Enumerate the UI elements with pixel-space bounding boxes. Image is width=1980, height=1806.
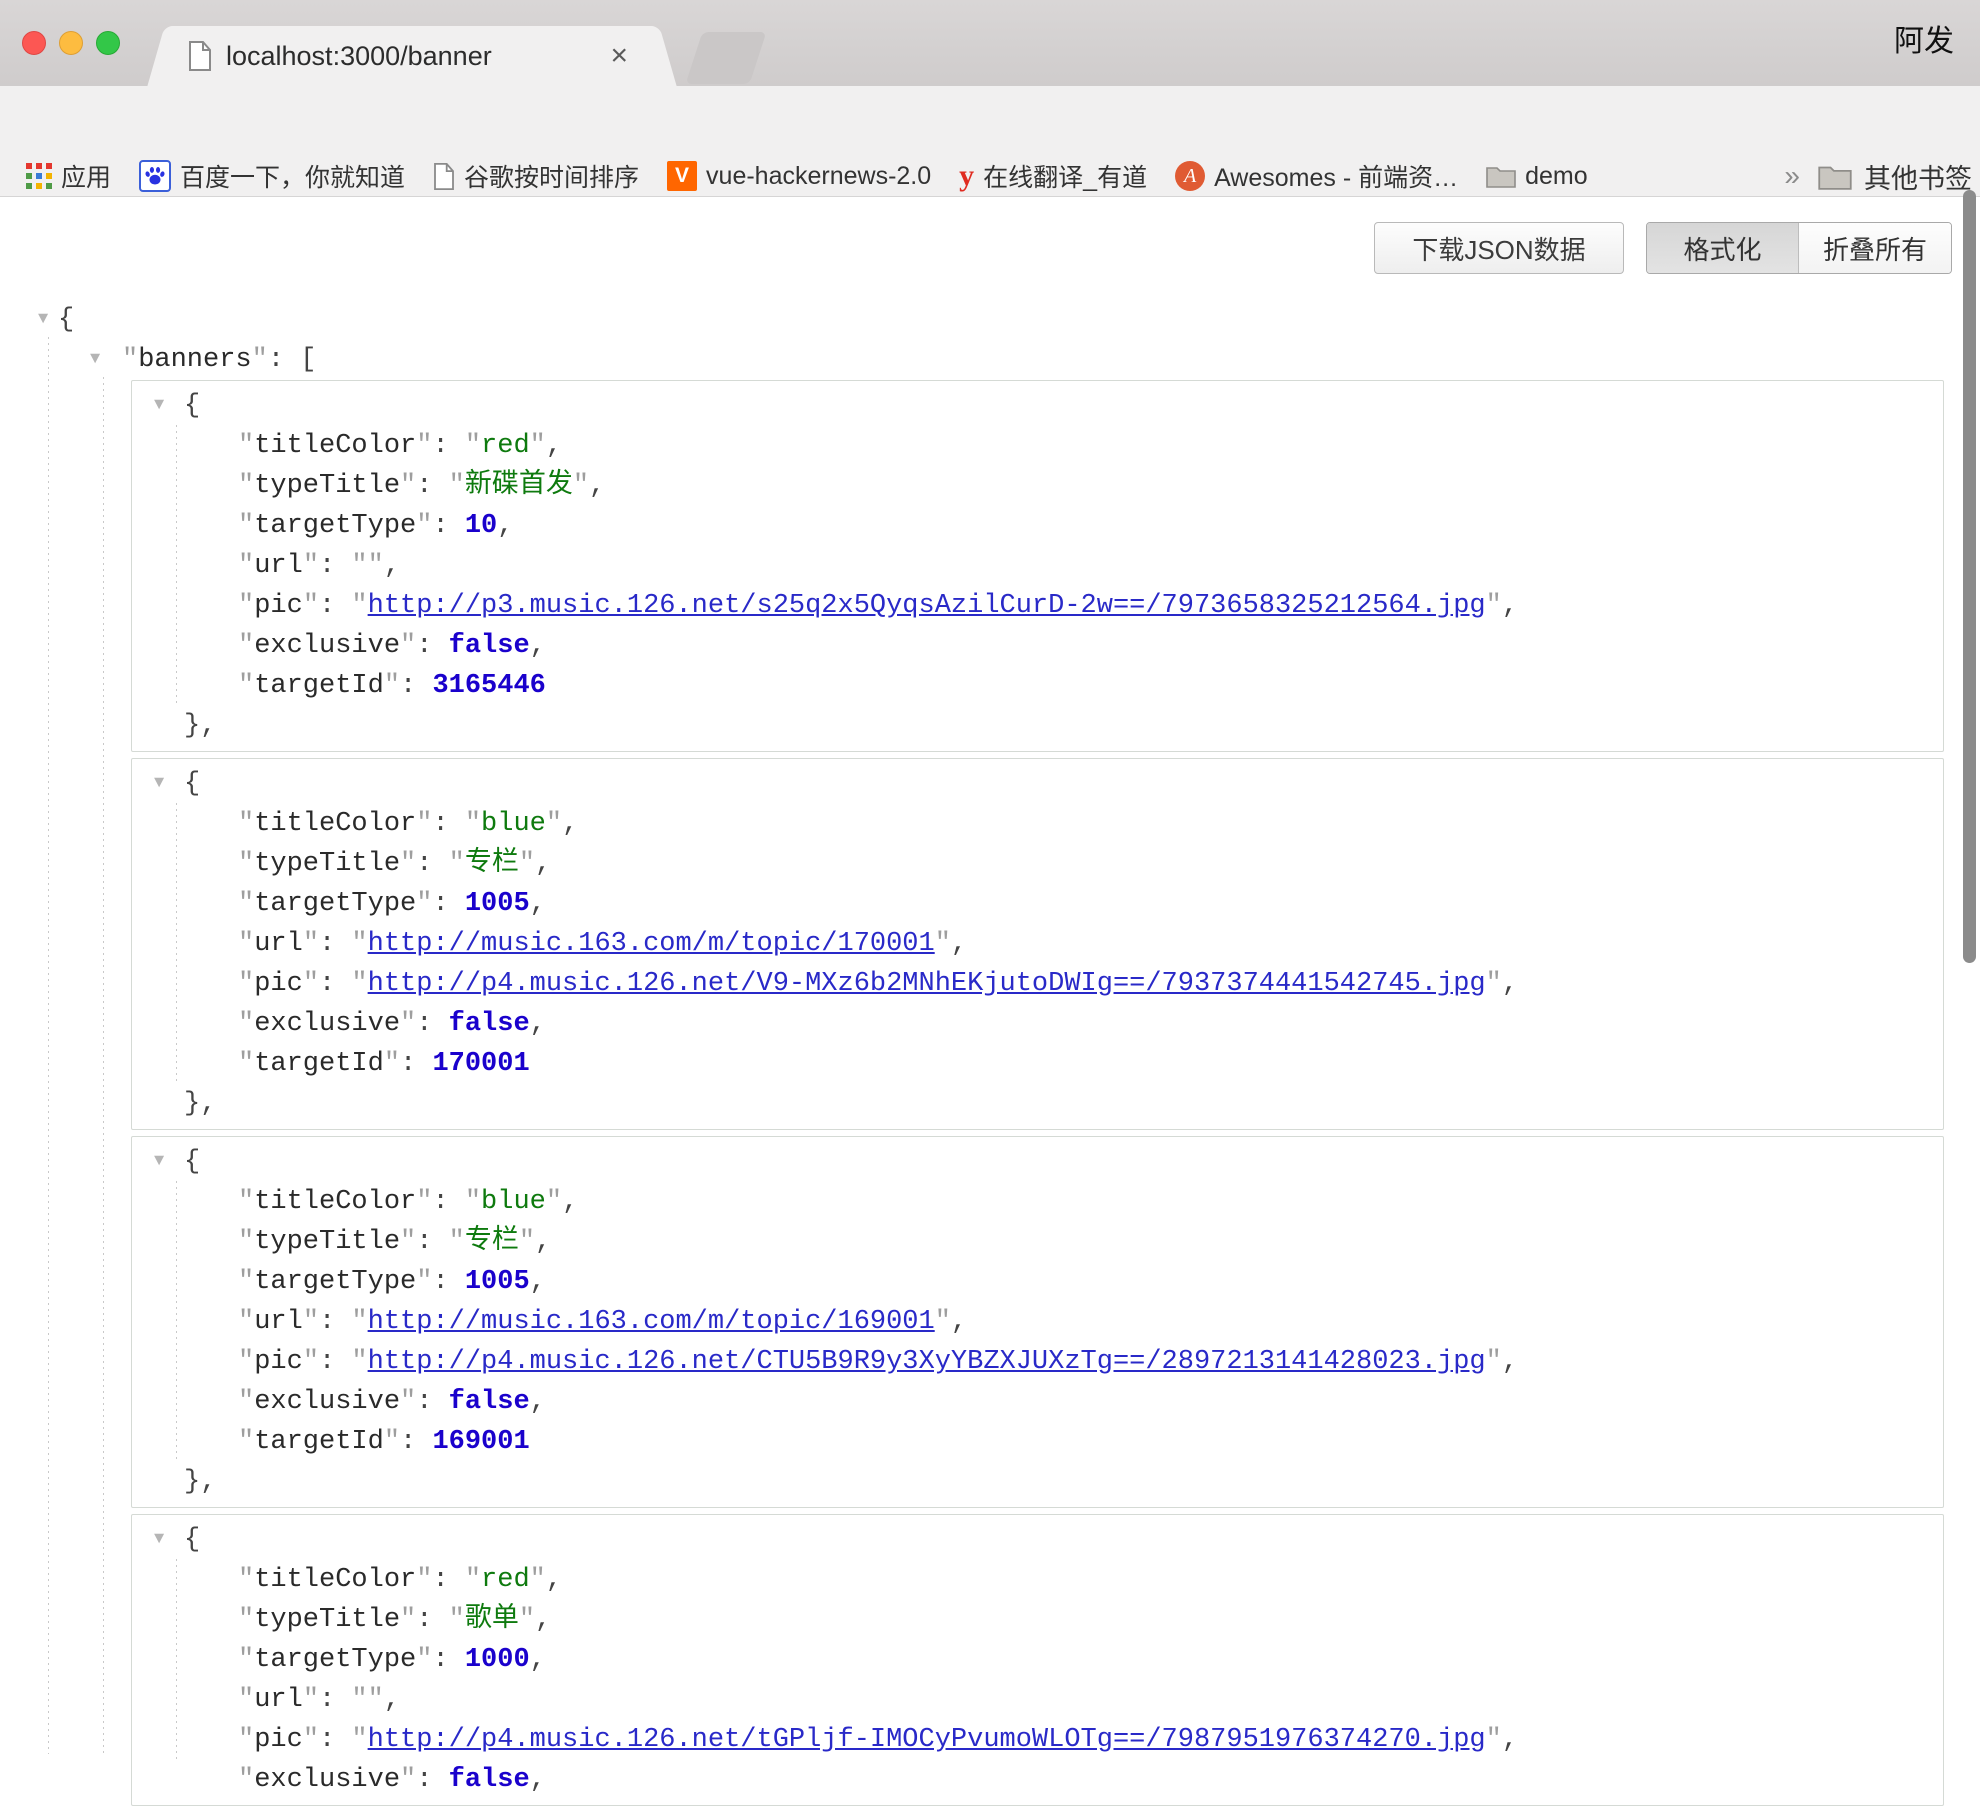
minimize-window-button[interactable]	[59, 31, 83, 55]
json-field-row: "exclusive": false,	[132, 1760, 1943, 1800]
page-content: 下载JSON数据 格式化 折叠所有 ▼{▼"banners": [▼{"titl…	[0, 197, 1980, 1754]
json-field-row: "titleColor": "blue",	[132, 1182, 1943, 1222]
json-field-row: "url": "http://music.163.com/m/topic/169…	[132, 1302, 1943, 1342]
json-field-row: "pic": "http://p3.music.126.net/s25q2x5Q…	[132, 586, 1943, 626]
tab-close-icon[interactable]: ×	[602, 39, 636, 73]
json-field-row: "typeTitle": "新碟首发",	[132, 466, 1943, 506]
json-field-row: "titleColor": "blue",	[132, 804, 1943, 844]
json-viewer: ▼{▼"banners": [▼{"titleColor": "red","ty…	[0, 197, 1980, 1754]
json-field-row: "titleColor": "red",	[132, 1560, 1943, 1600]
indent-guide	[48, 337, 49, 1754]
apps-grid-icon	[26, 163, 52, 189]
collapse-toggle-icon[interactable]: ▼	[154, 764, 164, 804]
browser-profile-name: 阿发	[1894, 16, 1954, 60]
json-link[interactable]: http://p3.music.126.net/s25q2x5QyqsAzilC…	[368, 591, 1486, 621]
json-field-row: "typeTitle": "歌单",	[132, 1600, 1943, 1640]
bookmarks-overflow-chevron[interactable]: »	[1778, 160, 1806, 192]
indent-guide	[103, 377, 104, 1754]
json-link[interactable]: http://p4.music.126.net/CTU5B9R9y3XyYBZX…	[368, 1347, 1486, 1377]
browser-toolbar: localhost:3000/banner ⇄ 英 en F E	[0, 86, 1980, 156]
json-root-row: ▼{	[0, 300, 1980, 340]
collapse-toggle-icon[interactable]: ▼	[38, 300, 48, 340]
bookmark-label: 谷歌按时间排序	[464, 158, 639, 194]
youdao-icon: y	[959, 159, 974, 193]
other-bookmarks-label[interactable]: 其他书签	[1864, 157, 1972, 196]
json-field-row: "exclusive": false,	[132, 626, 1943, 666]
json-link[interactable]: http://music.163.com/m/topic/169001	[368, 1307, 935, 1337]
bookmark-label: 应用	[61, 158, 111, 194]
json-field-row: "pic": "http://p4.music.126.net/tGPljf-I…	[132, 1720, 1943, 1760]
banner-object-box: ▼{"titleColor": "blue","typeTitle": "专栏"…	[131, 1136, 1944, 1508]
bookmark-label: vue-hackernews-2.0	[706, 162, 931, 191]
vue-icon: V	[667, 161, 697, 191]
banner-object-box: ▼{"titleColor": "red","typeTitle": "新碟首发…	[131, 380, 1944, 752]
zoom-window-button[interactable]	[96, 31, 120, 55]
json-field-row: "targetId": 170001	[132, 1044, 1943, 1084]
awesomes-icon: A	[1175, 161, 1205, 191]
bookmark-label: Awesomes - 前端资…	[1214, 158, 1458, 194]
bookmark-google-sort[interactable]: 谷歌按时间排序	[433, 158, 639, 194]
close-window-button[interactable]	[22, 31, 46, 55]
bookmark-awesomes[interactable]: A Awesomes - 前端资…	[1175, 158, 1458, 194]
collapse-toggle-icon[interactable]: ▼	[154, 1520, 164, 1560]
bookmark-baidu[interactable]: 百度一下，你就知道	[139, 158, 405, 194]
json-field-row: "pic": "http://p4.music.126.net/V9-MXz6b…	[132, 964, 1943, 1004]
vertical-scrollbar-thumb[interactable]	[1963, 190, 1976, 963]
json-field-row: "typeTitle": "专栏",	[132, 844, 1943, 884]
json-field-row: "targetType": 1005,	[132, 1262, 1943, 1302]
collapse-toggle-icon[interactable]: ▼	[154, 386, 164, 426]
json-link[interactable]: http://p4.music.126.net/V9-MXz6b2MNhEKju…	[368, 969, 1486, 999]
json-banners-row: ▼"banners": [	[0, 340, 1980, 380]
object-close-row: },	[132, 706, 1943, 746]
json-field-row: "targetType": 1005,	[132, 884, 1943, 924]
json-field-row: "targetId": 3165446	[132, 666, 1943, 706]
folder-icon	[1818, 163, 1852, 190]
bookmark-youdao[interactable]: y 在线翻译_有道	[959, 158, 1147, 194]
json-field-row: "exclusive": false,	[132, 1004, 1943, 1044]
bookmark-vue-hackernews[interactable]: V vue-hackernews-2.0	[667, 161, 931, 191]
json-field-row: "url": "",	[132, 1680, 1943, 1720]
banner-object-box: ▼{"titleColor": "red","typeTitle": "歌单",…	[131, 1514, 1944, 1806]
json-field-row: "exclusive": false,	[132, 1382, 1943, 1422]
json-link[interactable]: http://p4.music.126.net/tGPljf-IMOCyPvum…	[368, 1725, 1486, 1755]
object-close-row: },	[132, 1084, 1943, 1124]
page-icon	[433, 163, 455, 190]
baidu-paw-icon	[139, 160, 171, 192]
json-link[interactable]: http://music.163.com/m/topic/170001	[368, 929, 935, 959]
object-open-row: ▼{	[132, 764, 1943, 804]
banner-object-box: ▼{"titleColor": "blue","typeTitle": "专栏"…	[131, 758, 1944, 1130]
tab-bar: localhost:3000/banner × 阿发	[0, 0, 1980, 86]
page-file-icon	[188, 41, 212, 71]
bookmark-label: 百度一下，你就知道	[180, 158, 405, 194]
bookmark-apps[interactable]: 应用	[26, 158, 111, 194]
object-close-row: },	[132, 1462, 1943, 1502]
json-field-row: "typeTitle": "专栏",	[132, 1222, 1943, 1262]
object-open-row: ▼{	[132, 1142, 1943, 1182]
bookmark-demo-folder[interactable]: demo	[1486, 162, 1588, 191]
browser-tab[interactable]: localhost:3000/banner ×	[172, 26, 652, 86]
object-open-row: ▼{	[132, 1520, 1943, 1560]
collapse-toggle-icon[interactable]: ▼	[90, 340, 100, 380]
json-field-row: "titleColor": "red",	[132, 426, 1943, 466]
json-field-row: "url": "http://music.163.com/m/topic/170…	[132, 924, 1943, 964]
new-tab-button[interactable]	[686, 32, 767, 84]
json-field-row: "pic": "http://p4.music.126.net/CTU5B9R9…	[132, 1342, 1943, 1382]
bookmark-label: demo	[1525, 162, 1588, 191]
collapse-toggle-icon[interactable]: ▼	[154, 1142, 164, 1182]
json-field-row: "url": "",	[132, 546, 1943, 586]
tab-title: localhost:3000/banner	[226, 41, 588, 72]
json-field-row: "targetType": 1000,	[132, 1640, 1943, 1680]
json-field-row: "targetType": 10,	[132, 506, 1943, 546]
json-field-row: "targetId": 169001	[132, 1422, 1943, 1462]
window-controls[interactable]	[22, 31, 120, 55]
folder-icon	[1486, 164, 1516, 188]
object-open-row: ▼{	[132, 386, 1943, 426]
bookmarks-bar: 应用 百度一下，你就知道 谷歌按时间排序 V vue-hackernews-2.…	[0, 156, 1980, 197]
bookmark-label: 在线翻译_有道	[983, 158, 1147, 194]
